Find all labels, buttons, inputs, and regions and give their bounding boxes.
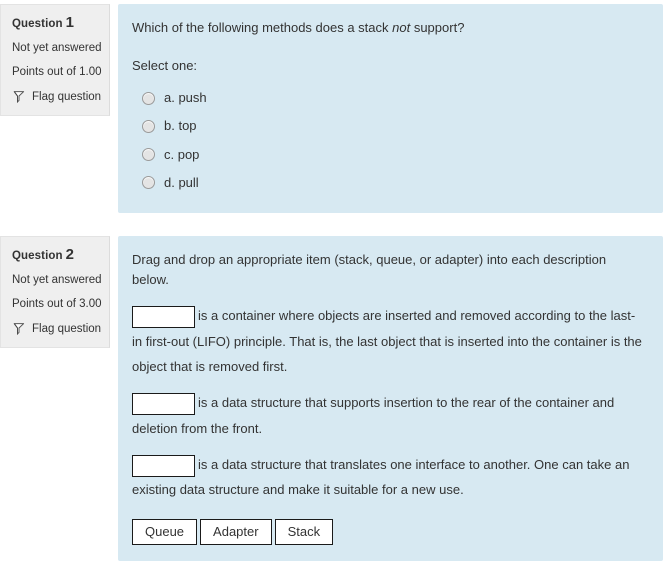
answer-label-d: d. pull bbox=[164, 174, 199, 190]
question-1-content: Which of the following methods does a st… bbox=[118, 4, 663, 213]
question-1-grade: Points out of 1.00 bbox=[12, 66, 102, 78]
answer-option-d[interactable]: d. pull bbox=[132, 169, 645, 197]
drop-gap-paragraph-1: is a container where objects are inserte… bbox=[132, 303, 645, 379]
answer-label-b: b. top bbox=[164, 118, 197, 134]
flag-icon bbox=[11, 89, 27, 105]
question-2-content: Drag and drop an appropriate item (stack… bbox=[118, 236, 663, 561]
radio-button-b[interactable] bbox=[142, 119, 155, 133]
question-2-heading: Question 2 bbox=[12, 246, 100, 263]
question-2-state: Not yet answered bbox=[12, 274, 102, 286]
answer-label-a: a. push bbox=[164, 90, 207, 106]
answer-option-c[interactable]: c. pop bbox=[132, 141, 645, 169]
drop-gap-text-1: is a container where objects are inserte… bbox=[132, 308, 642, 374]
drop-zone-2[interactable] bbox=[132, 392, 195, 415]
drag-item-adapter[interactable]: Adapter bbox=[200, 518, 272, 546]
question-2-number: 2 bbox=[65, 246, 75, 263]
question-2-label: Question bbox=[12, 250, 63, 262]
drop-zone-1[interactable] bbox=[132, 305, 195, 328]
question-2-info-panel: Question 2 Not yet answered Points out of… bbox=[0, 236, 110, 348]
question-1-heading: Question 1 bbox=[12, 14, 100, 31]
question-1-stem-before: Which of the following methods does a st… bbox=[132, 20, 393, 35]
drop-gap-paragraph-3: is a data structure that translates one … bbox=[132, 452, 645, 503]
question-1-state: Not yet answered bbox=[12, 42, 102, 54]
question-2-grade: Points out of 3.00 bbox=[12, 298, 102, 310]
question-block-1: Question 1 Not yet answered Points out of… bbox=[0, 4, 663, 213]
flag-icon bbox=[11, 321, 27, 337]
radio-button-c[interactable] bbox=[142, 148, 155, 162]
question-1-stem: Which of the following methods does a st… bbox=[132, 18, 645, 38]
drop-gap-paragraph-2: is a data structure that supports insert… bbox=[132, 390, 645, 441]
select-one-label: Select one: bbox=[132, 58, 198, 74]
quiz-page: Question 1 Not yet answered Points out of… bbox=[0, 0, 663, 561]
question-1-stem-after: support? bbox=[410, 20, 465, 35]
question-block-2: Question 2 Not yet answered Points out of… bbox=[0, 236, 663, 561]
question-1-label: Question bbox=[12, 18, 63, 30]
answer-options-list: a. push b. top c. pop d. pull bbox=[132, 84, 645, 197]
radio-button-d[interactable] bbox=[142, 176, 155, 190]
question-1-flag-button[interactable]: Flag question bbox=[11, 89, 102, 105]
question-2-instructions: Drag and drop an appropriate item (stack… bbox=[132, 252, 607, 288]
answer-option-b[interactable]: b. top bbox=[132, 112, 645, 140]
question-1-number: 1 bbox=[65, 14, 75, 31]
radio-button-a[interactable] bbox=[142, 91, 155, 105]
drop-gap-text-2: is a data structure that supports insert… bbox=[132, 395, 615, 436]
question-1-stem-emphasis: not bbox=[392, 20, 411, 35]
drop-zone-3[interactable] bbox=[132, 454, 195, 477]
drop-gap-text-3: is a data structure that translates one … bbox=[132, 457, 630, 498]
question-1-info-panel: Question 1 Not yet answered Points out of… bbox=[0, 4, 110, 116]
question-2-flag-label: Flag question bbox=[32, 323, 102, 335]
answer-label-c: c. pop bbox=[164, 146, 200, 162]
drag-item-queue[interactable]: Queue bbox=[132, 518, 198, 546]
question-1-flag-label: Flag question bbox=[32, 91, 102, 103]
drag-item-stack[interactable]: Stack bbox=[274, 518, 334, 546]
drag-items-container: Queue Adapter Stack bbox=[132, 518, 645, 546]
answer-option-a[interactable]: a. push bbox=[132, 84, 645, 112]
question-2-flag-button[interactable]: Flag question bbox=[11, 321, 102, 337]
